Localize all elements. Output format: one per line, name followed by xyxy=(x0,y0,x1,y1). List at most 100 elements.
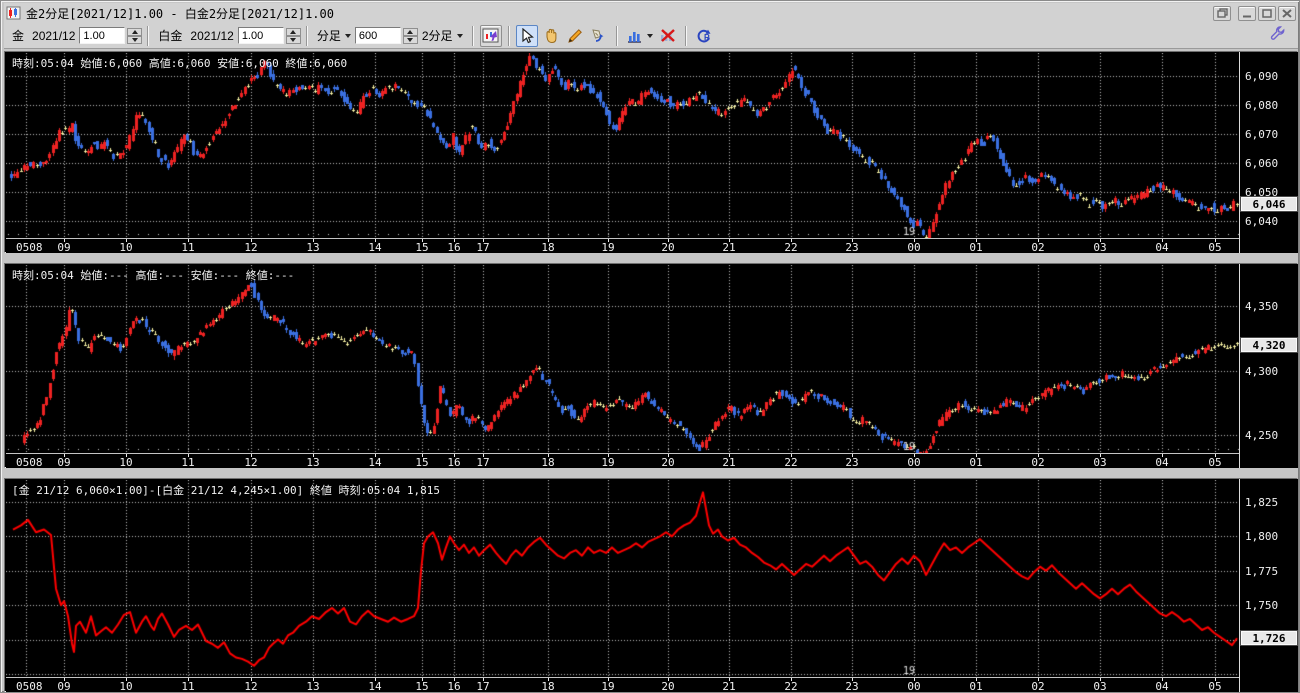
x-axis-hour-label: 22 xyxy=(784,241,798,254)
title-bar[interactable]: 金2分足[2021/12]1.00 - 白金2分足[2021/12]1.00 xyxy=(4,3,1298,23)
refresh-icon: R xyxy=(697,29,711,42)
gold-platinum-spread-plot[interactable] xyxy=(6,480,1239,677)
y-axis-label: 4,350 xyxy=(1245,300,1279,313)
spin-up-icon[interactable] xyxy=(127,27,143,36)
x-axis-tick xyxy=(608,239,609,242)
x-axis-hour-label: 13 xyxy=(306,241,320,254)
platinum-2min-plot[interactable] xyxy=(6,265,1239,453)
gold-multiplier-input[interactable]: 1.00 xyxy=(79,27,126,44)
gold-2min-panel: 時刻:05:04 始値:6,060 高値:6,060 安値:6,060 終値:6… xyxy=(4,51,1298,254)
draw-line-tool-button[interactable] xyxy=(564,25,586,47)
x-axis-hour-label: 21 xyxy=(722,456,736,469)
x-axis-hour-label: 17 xyxy=(476,241,490,254)
platinum-symbol-label: 白金 xyxy=(158,29,183,43)
close-button[interactable] xyxy=(1278,5,1296,21)
toolbar-separator xyxy=(305,25,308,46)
pencil-icon xyxy=(567,28,582,43)
chart-type-chevron-icon[interactable] xyxy=(646,33,653,38)
x-axis-hour-label: 09 xyxy=(57,456,71,469)
toolbar-separator xyxy=(471,25,474,46)
spin-down-icon[interactable] xyxy=(285,35,301,44)
y-axis-label: 6,090 xyxy=(1245,70,1279,83)
x-axis-start-label: 0508 xyxy=(16,241,43,254)
x-axis-hour-label: 13 xyxy=(306,680,320,693)
x-axis-tick xyxy=(64,678,65,681)
x-axis-start-label: 0508 xyxy=(16,680,43,693)
x-axis-hour-label: 15 xyxy=(415,241,429,254)
interval-count-input[interactable]: 600 xyxy=(354,27,401,44)
toolbar-separator xyxy=(615,25,618,46)
x-axis-hour-label: 04 xyxy=(1155,456,1169,469)
spin-up-icon[interactable] xyxy=(402,27,418,36)
spin-up-icon[interactable] xyxy=(285,27,301,36)
settings-button[interactable] xyxy=(1270,25,1286,46)
interval-dropdown[interactable]: 2分足 xyxy=(422,27,463,44)
pan-tool-button[interactable] xyxy=(540,25,562,47)
gold-2min-plot[interactable] xyxy=(6,53,1239,238)
platinum-multiplier-input[interactable]: 1.00 xyxy=(237,27,284,44)
x-axis-hour-label: 23 xyxy=(845,456,859,469)
x-axis-hour-label: 22 xyxy=(784,680,798,693)
interval-type-dropdown[interactable]: 分足 xyxy=(317,27,351,44)
chart-type-button[interactable] xyxy=(624,25,646,47)
gold-multiplier-spinner[interactable] xyxy=(127,27,143,44)
x-axis-tick xyxy=(729,678,730,681)
x-axis-hour-label: 15 xyxy=(415,456,429,469)
x-axis-tick xyxy=(375,454,376,457)
x-axis-hour-label: 14 xyxy=(368,456,382,469)
x-axis-tick xyxy=(188,678,189,681)
x-axis-tick xyxy=(454,454,455,457)
reload-button[interactable]: R xyxy=(693,25,715,47)
wrench-icon xyxy=(1270,26,1285,40)
restore-windows-button[interactable] xyxy=(1213,5,1231,21)
spin-down-icon[interactable] xyxy=(402,35,418,44)
x-axis-tick xyxy=(1038,678,1039,681)
delete-chart-icon xyxy=(661,28,675,42)
pointer-tool-button[interactable] xyxy=(515,24,538,47)
x-axis-tick xyxy=(1215,678,1216,681)
interval-count-spinner[interactable] xyxy=(402,27,418,44)
x-axis-hour-label: 02 xyxy=(1031,680,1045,693)
y-axis-label: 1,825 xyxy=(1245,496,1279,509)
x-axis-hour-label: 23 xyxy=(845,241,859,254)
x-axis-tick xyxy=(188,454,189,457)
spin-down-icon[interactable] xyxy=(127,35,143,44)
x-axis-tick xyxy=(313,678,314,681)
y-axis-label: 6,060 xyxy=(1245,157,1279,170)
x-axis-tick xyxy=(668,454,669,457)
freehand-pen-tool-button[interactable] xyxy=(588,25,610,47)
delete-drawings-button[interactable] xyxy=(657,25,679,47)
x-axis-tick xyxy=(126,454,127,457)
y-axis-label: 4,300 xyxy=(1245,365,1279,378)
x-axis-hour-label: 14 xyxy=(368,241,382,254)
x-axis-tick xyxy=(1215,454,1216,457)
gold-2min-last-price-badge: 6,046 xyxy=(1241,197,1297,211)
platinum-multiplier-spinner[interactable] xyxy=(285,27,301,44)
bar-chart-icon xyxy=(628,31,642,43)
x-axis-tick xyxy=(375,239,376,242)
x-axis-tick xyxy=(668,678,669,681)
chart-mode-button[interactable] xyxy=(479,24,502,47)
x-axis-tick xyxy=(1162,239,1163,242)
x-axis-tick xyxy=(64,454,65,457)
x-axis-hour-label: 19 xyxy=(601,680,615,693)
gold-2min-time-axis: 0508 09 10 11 12 13 14 15 16 17 18 19 20 21 22 23 00 01 02… xyxy=(6,238,1298,254)
toolbar-separator xyxy=(507,25,510,46)
x-axis-hour-label: 10 xyxy=(119,680,133,693)
x-axis-tick xyxy=(1038,454,1039,457)
toolbar-separator xyxy=(684,25,687,46)
gold-platinum-spread-y-axis: 1,825 1,800 1,775 1,750 1,726 xyxy=(1239,479,1298,692)
interval-type-label: 分足 xyxy=(316,29,341,43)
maximize-button[interactable] xyxy=(1258,5,1276,21)
svg-text:R: R xyxy=(704,33,710,42)
x-axis-tick xyxy=(1100,678,1101,681)
x-axis-hour-label: 11 xyxy=(181,456,195,469)
chart-cursor-icon xyxy=(482,28,499,42)
x-axis-tick xyxy=(313,454,314,457)
x-axis-tick xyxy=(914,678,915,681)
minimize-button[interactable] xyxy=(1238,5,1256,21)
x-axis-tick xyxy=(548,678,549,681)
pointer-icon xyxy=(521,27,534,43)
app-candlestick-icon xyxy=(6,6,21,20)
x-axis-tick xyxy=(852,239,853,242)
